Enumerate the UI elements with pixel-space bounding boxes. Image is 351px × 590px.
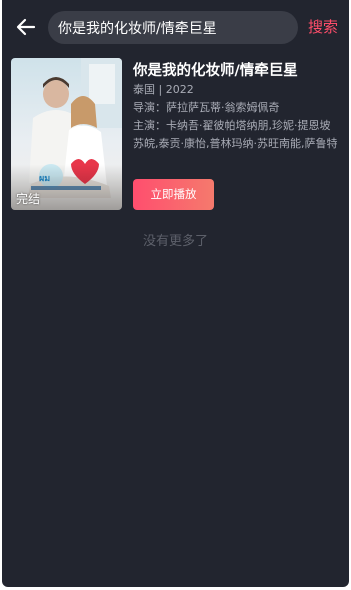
director-value: 萨拉萨瓦蒂·翁索姆佩奇: [166, 101, 280, 114]
result-meta: 泰国 | 2022: [133, 83, 194, 96]
top-bar: 搜索: [2, 0, 349, 56]
search-button[interactable]: 搜索: [308, 17, 338, 37]
cast-row: 主演：卡纳吾·翟彼帕塔纳朋,珍妮·提恩坡: [133, 117, 343, 135]
poster-artwork: ผม: [11, 58, 122, 210]
search-input[interactable]: [58, 11, 293, 44]
cast-line-2: 苏皖,泰贡·康怡,普林玛纳·苏旺南能,萨鲁特: [133, 137, 338, 150]
cast-line-1: 卡纳吾·翟彼帕塔纳朋,珍妮·提恩坡: [166, 119, 331, 132]
search-results-screen: 搜索: [2, 0, 349, 587]
cast-label: 主演：: [133, 119, 166, 132]
search-box[interactable]: [48, 11, 298, 44]
director-label: 导演：: [133, 101, 166, 114]
result-title[interactable]: 你是我的化妆师/情牵巨星: [133, 61, 343, 81]
arrow-left-icon: [16, 18, 36, 36]
result-info: 你是我的化妆师/情牵巨星 泰国 | 2022 导演：萨拉萨瓦蒂·翁索姆佩奇 主演…: [133, 58, 343, 153]
no-more-results-text: 没有更多了: [142, 234, 208, 249]
back-button[interactable]: [14, 15, 38, 39]
poster-image[interactable]: ผม 完结: [11, 58, 122, 210]
director-row: 导演：萨拉萨瓦蒂·翁索姆佩奇: [133, 99, 343, 117]
play-now-button[interactable]: 立即播放: [133, 179, 214, 210]
cast-row-2: 苏皖,泰贡·康怡,普林玛纳·苏旺南能,萨鲁特: [133, 135, 343, 153]
status-badge: 完结: [16, 192, 41, 206]
